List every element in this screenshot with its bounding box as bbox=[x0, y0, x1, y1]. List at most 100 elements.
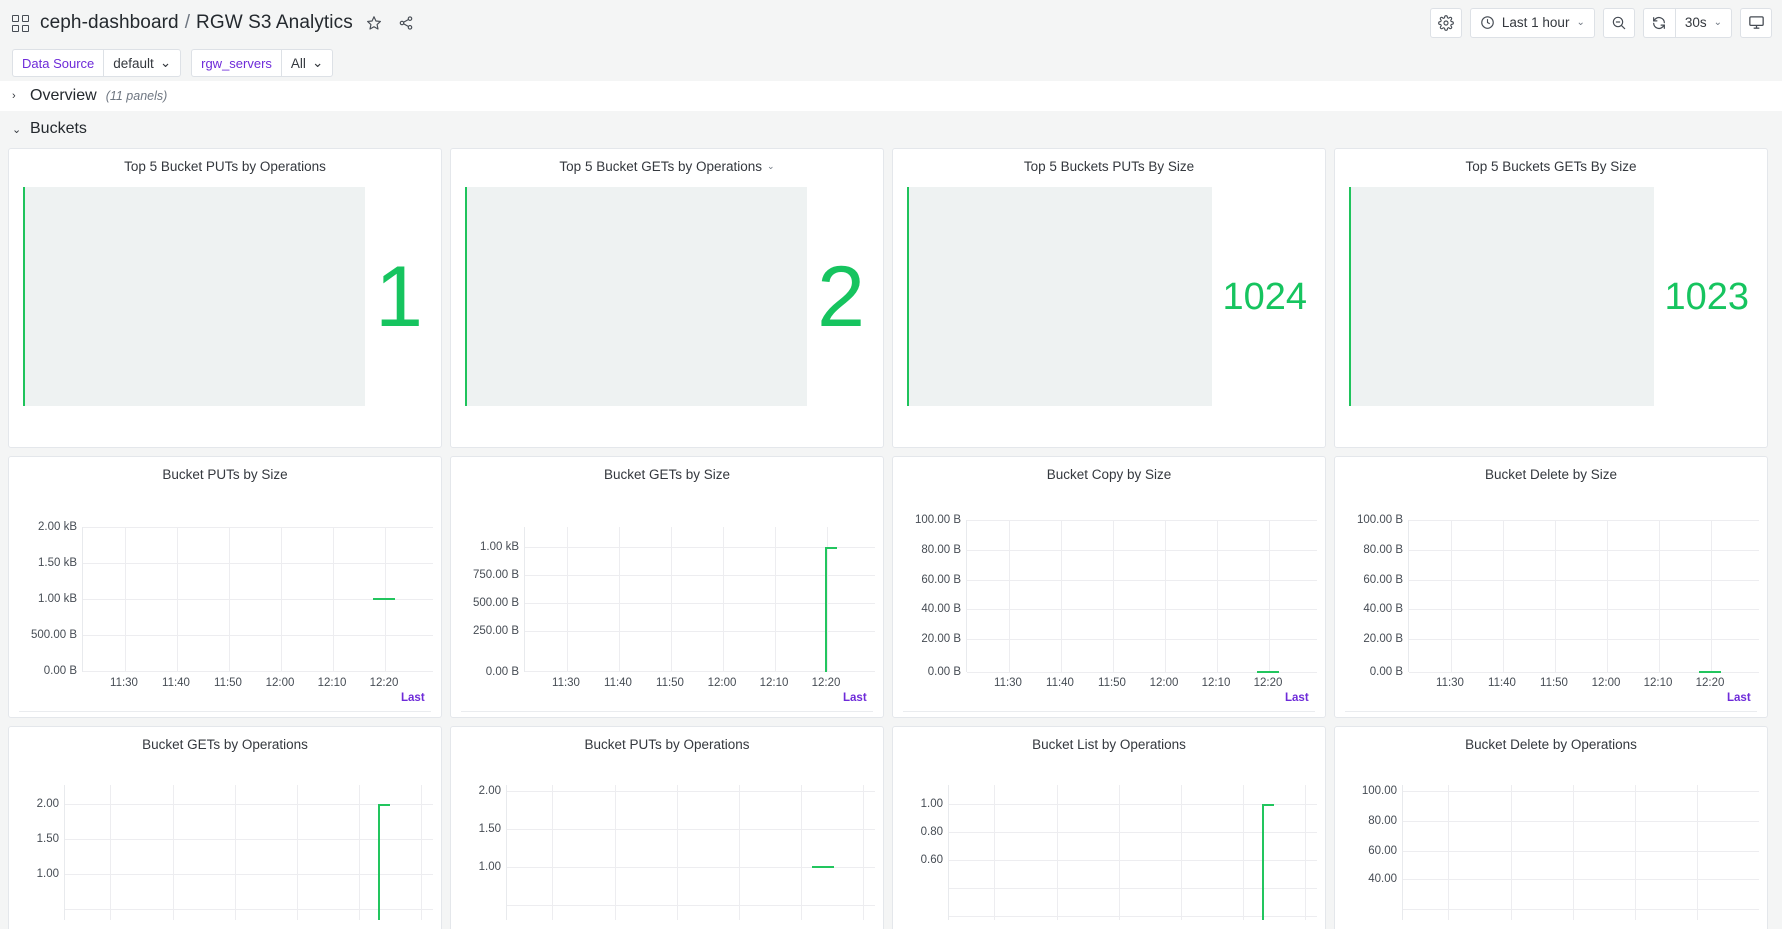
panel-top5-bucket-gets-by-operations[interactable]: Top 5 Bucket GETs by Operations ⌄ 2 bbox=[450, 148, 884, 448]
panel-menu-chevron-down-icon[interactable]: ⌄ bbox=[767, 161, 775, 172]
gridline bbox=[1409, 639, 1759, 640]
panel-bucket-delete-by-size[interactable]: Bucket Delete by Size 100.00 B 80.00 B 6… bbox=[1334, 456, 1768, 718]
row-header-buckets[interactable]: ⌄ Buckets bbox=[0, 114, 1782, 144]
refresh-group: 30s ⌄ bbox=[1642, 7, 1732, 38]
timeseries-chart[interactable]: 100.00 B 80.00 B 60.00 B 40.00 B 20.00 B… bbox=[1335, 487, 1767, 718]
y-tick: 1.50 bbox=[478, 823, 501, 835]
gridline bbox=[507, 905, 875, 906]
gridline bbox=[801, 785, 802, 920]
tv-kiosk-mode-button[interactable] bbox=[1740, 7, 1772, 38]
x-tick: 12:00 bbox=[265, 677, 295, 689]
share-icon[interactable] bbox=[395, 12, 417, 34]
gridline bbox=[1448, 785, 1449, 920]
refresh-interval-picker[interactable]: 30s ⌄ bbox=[1674, 7, 1732, 38]
legend-row[interactable]: rgw.rgw.1.ceph-ck-dashboard-8yfjyw-node5… bbox=[461, 711, 873, 718]
gridline bbox=[229, 527, 230, 672]
breadcrumb-folder[interactable]: ceph-dashboard bbox=[40, 12, 179, 34]
y-axis: 2.00 1.50 1.00 bbox=[9, 798, 59, 929]
y-tick: 500.00 B bbox=[30, 629, 77, 641]
star-icon[interactable] bbox=[363, 12, 385, 34]
x-tick: 11:50 bbox=[1098, 677, 1126, 689]
zoom-out-time-button[interactable] bbox=[1602, 7, 1635, 38]
x-tick: 11:30 bbox=[110, 677, 138, 689]
y-tick: 40.00 B bbox=[921, 603, 961, 615]
legend-value-header: Last bbox=[401, 692, 425, 704]
series-line bbox=[1699, 671, 1721, 673]
panel-bucket-delete-by-operations[interactable]: Bucket Delete by Operations 100.00 80.00… bbox=[1334, 726, 1768, 929]
chevron-down-icon: ⌄ bbox=[1713, 17, 1722, 28]
row-title: Buckets bbox=[30, 120, 87, 137]
panel-bucket-copy-by-size[interactable]: Bucket Copy by Size 100.00 B 80.00 B 60.… bbox=[892, 456, 1326, 718]
y-tick: 2.00 bbox=[478, 785, 501, 797]
time-range-picker[interactable]: Last 1 hour ⌄ bbox=[1469, 7, 1595, 38]
gridline bbox=[110, 785, 111, 920]
legend-row[interactable]: rgw.rgw.1.ceph-ck-dashboard-8yfjyw-node5… bbox=[19, 711, 431, 718]
gridline bbox=[1403, 821, 1759, 822]
timeseries-chart[interactable]: 1.00 kB 750.00 B 500.00 B 250.00 B 0.00 … bbox=[451, 487, 883, 718]
timeseries-chart[interactable]: 2.00 1.50 1.00 bbox=[451, 757, 883, 929]
x-tick: 12:20 bbox=[369, 677, 399, 689]
y-axis: 1.00 0.80 0.60 bbox=[893, 798, 943, 929]
gridline bbox=[1217, 520, 1218, 672]
timeseries-chart[interactable]: 100.00 80.00 60.00 40.00 bbox=[1335, 757, 1767, 929]
series-line bbox=[1257, 671, 1279, 673]
y-axis: 100.00 B 80.00 B 60.00 B 40.00 B 20.00 B… bbox=[1335, 514, 1403, 680]
panel-title-text: Top 5 Buckets GETs By Size bbox=[1465, 158, 1637, 174]
dashboard-settings-button[interactable] bbox=[1429, 7, 1462, 38]
gridline bbox=[967, 580, 1317, 581]
gridline bbox=[525, 547, 875, 548]
gridline bbox=[1659, 520, 1660, 672]
y-tick: 100.00 B bbox=[914, 514, 961, 526]
gridline bbox=[525, 631, 875, 632]
panel-bucket-puts-by-size[interactable]: Bucket PUTs by Size 2.00 kB 1.50 kB 1.00… bbox=[8, 456, 442, 718]
gridline bbox=[359, 785, 360, 920]
panel-bucket-gets-by-operations[interactable]: Bucket GETs by Operations 2.00 1.50 1.00 bbox=[8, 726, 442, 929]
legend-row[interactable]: rgw.rgw.1.ceph-ck-dashboard-8yfjyw-node5… bbox=[903, 711, 1315, 718]
sparkline-area bbox=[465, 187, 808, 406]
sparkline-series bbox=[465, 187, 467, 406]
toolbar-controls: Last 1 hour ⌄ 30s ⌄ bbox=[1429, 7, 1772, 38]
series-line bbox=[825, 547, 837, 549]
gridline bbox=[125, 527, 126, 672]
timeseries-chart[interactable]: 2.00 kB 1.50 kB 1.00 kB 500.00 B 0.00 B bbox=[9, 487, 441, 718]
panel-bucket-gets-by-size[interactable]: Bucket GETs by Size 1.00 kB 750.00 B 500… bbox=[450, 456, 884, 718]
panel-top5-buckets-puts-by-size[interactable]: Top 5 Buckets PUTs By Size 1024 bbox=[892, 148, 1326, 448]
panel-top5-bucket-puts-by-operations[interactable]: Top 5 Bucket PUTs by Operations 1 bbox=[8, 148, 442, 448]
y-tick: 0.60 bbox=[920, 854, 943, 866]
breadcrumb-dashboard-title[interactable]: RGW S3 Analytics bbox=[196, 12, 353, 34]
panel-bucket-puts-by-operations[interactable]: Bucket PUTs by Operations 2.00 1.50 1.00 bbox=[450, 726, 884, 929]
variable-value-rgw-servers[interactable]: All ⌄ bbox=[280, 49, 334, 77]
refresh-button[interactable] bbox=[1642, 7, 1675, 38]
timeseries-chart[interactable]: 1.00 0.80 0.60 bbox=[893, 757, 1325, 929]
y-tick: 60.00 B bbox=[921, 574, 961, 586]
plot-area bbox=[64, 785, 433, 920]
timeseries-chart[interactable]: 2.00 1.50 1.00 bbox=[9, 757, 441, 929]
gridline bbox=[552, 785, 553, 920]
variable-label-rgw-servers: rgw_servers bbox=[191, 49, 281, 77]
panel-bucket-list-by-operations[interactable]: Bucket List by Operations 1.00 0.80 0.60 bbox=[892, 726, 1326, 929]
y-tick: 1.00 kB bbox=[480, 541, 519, 553]
panel-top5-buckets-gets-by-size[interactable]: Top 5 Buckets GETs By Size 1023 bbox=[1334, 148, 1768, 448]
x-tick: 11:30 bbox=[994, 677, 1022, 689]
x-tick: 12:10 bbox=[1201, 677, 1231, 689]
timeseries-chart[interactable]: 100.00 B 80.00 B 60.00 B 40.00 B 20.00 B… bbox=[893, 487, 1325, 718]
legend-series-name[interactable]: rgw.rgw.1.ceph-ck-dashboard-8yfjyw-node5… bbox=[483, 717, 793, 718]
breadcrumb-area: ceph-dashboard / RGW S3 Analytics bbox=[12, 12, 1430, 34]
y-tick: 1.50 kB bbox=[38, 557, 77, 569]
x-tick: 12:00 bbox=[1591, 677, 1621, 689]
variable-value-datasource[interactable]: default ⌄ bbox=[103, 49, 182, 77]
gridline bbox=[967, 550, 1317, 551]
gridline bbox=[967, 609, 1317, 610]
legend-series-name[interactable]: rgw.rgw.1.ceph-ck-dashboard-8yfjyw-node5… bbox=[1367, 717, 1677, 718]
legend-series-name[interactable]: rgw.rgw.1.ceph-ck-dashboard-8yfjyw-node5… bbox=[925, 717, 1235, 718]
sparkline-area bbox=[907, 187, 1213, 406]
dashboards-grid-icon[interactable] bbox=[12, 14, 30, 32]
y-tick: 0.00 B bbox=[485, 666, 519, 678]
y-tick: 500.00 B bbox=[472, 597, 519, 609]
legend-row[interactable]: rgw.rgw.1.ceph-ck-dashboard-8yfjyw-node5… bbox=[1345, 711, 1757, 718]
legend-series-name[interactable]: rgw.rgw.1.ceph-ck-dashboard-8yfjyw-node5… bbox=[41, 717, 351, 718]
row-header-overview[interactable]: › Overview (11 panels) bbox=[0, 81, 1782, 111]
gridline bbox=[507, 791, 875, 792]
gridline bbox=[967, 520, 1317, 521]
y-tick: 20.00 B bbox=[1363, 633, 1403, 645]
